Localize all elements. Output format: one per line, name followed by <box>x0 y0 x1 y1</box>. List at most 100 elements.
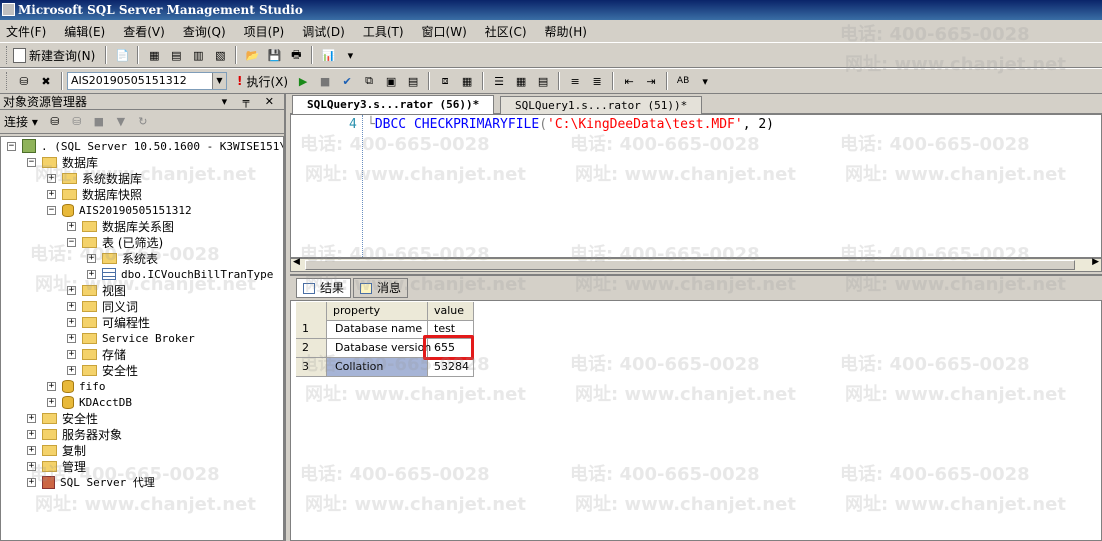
tab-sqlquery3[interactable]: SQLQuery3.s...rator (56))* <box>292 95 495 115</box>
tree-node-storage[interactable]: + 存储 <box>67 346 126 362</box>
tree-node-views[interactable]: + 视图 <box>67 282 126 298</box>
code-line[interactable]: └DBCC CHECKPRIMARYFILE('C:\KingDeeData\t… <box>367 117 774 132</box>
tree-node-security[interactable]: + 安全性 <box>27 410 98 426</box>
uncomment-icon[interactable]: ≣ <box>588 72 606 90</box>
parse-check-icon[interactable]: ✔ <box>338 72 356 90</box>
expand-icon[interactable]: + <box>27 429 36 439</box>
expand-icon[interactable]: + <box>67 365 76 375</box>
tree-node-table-icvouch[interactable]: + dbo.ICVouchBillTranType <box>87 266 273 282</box>
results-to-text-icon[interactable]: ☰ <box>490 72 508 90</box>
increase-indent-icon[interactable]: ⇥ <box>642 72 660 90</box>
tree-node-system-databases[interactable]: + 系统数据库 <box>47 170 142 186</box>
connect-server-icon[interactable]: ⛁ <box>46 113 64 131</box>
results-to-file-icon[interactable]: ▤ <box>534 72 552 90</box>
specify-values-icon[interactable]: AB <box>674 72 692 90</box>
analysis-query-icon[interactable]: ▤ <box>167 46 185 64</box>
expand-icon[interactable]: + <box>27 413 36 423</box>
toolbar-grip[interactable] <box>6 46 9 64</box>
expand-icon[interactable]: + <box>67 285 76 295</box>
menu-help[interactable]: 帮助(H) <box>545 23 587 40</box>
chevron-down-icon[interactable]: ▼ <box>212 73 226 89</box>
expand-icon[interactable]: + <box>87 269 96 279</box>
collapse-icon[interactable]: − <box>27 157 36 167</box>
expand-icon[interactable]: + <box>67 301 76 311</box>
tree-node-server[interactable]: − . (SQL Server 10.50.1600 - K3WISE151\Ad… <box>7 138 283 154</box>
results-to-grid-icon[interactable]: ▦ <box>512 72 530 90</box>
tree-node-tables[interactable]: − 表 (已筛选) <box>67 234 163 250</box>
stop-icon[interactable]: ■ <box>90 113 108 131</box>
xmla-query-icon[interactable]: ▥ <box>189 46 207 64</box>
tab-sqlquery1[interactable]: SQLQuery1.s...rator (51))* <box>500 96 703 114</box>
estimated-plan-icon[interactable]: ⧉ <box>360 72 378 90</box>
print-icon[interactable]: 🖶 <box>287 46 305 64</box>
expand-icon[interactable]: + <box>47 173 56 183</box>
database-select[interactable]: AIS20190505151312 ▼ <box>67 72 227 90</box>
toolbar-grip[interactable] <box>6 72 9 90</box>
save-icon[interactable]: 💾 <box>265 46 283 64</box>
editor-horizontal-scrollbar[interactable]: ◀ ▶ <box>290 257 1102 272</box>
tree-node-server-objects[interactable]: + 服务器对象 <box>27 426 122 442</box>
grid-cell-property[interactable]: Database version <box>327 339 431 358</box>
decrease-indent-icon[interactable]: ⇤ <box>620 72 638 90</box>
disconnect-server-icon[interactable]: ⛁ <box>68 113 86 131</box>
connect-button[interactable]: 连接 ▾ <box>4 113 38 130</box>
tree-node-diagrams[interactable]: + 数据库关系图 <box>67 218 174 234</box>
db-engine-query-icon[interactable]: ▦ <box>145 46 163 64</box>
query-editor[interactable]: 4 └DBCC CHECKPRIMARYFILE('C:\KingDeeData… <box>290 114 1102 258</box>
debug-play-icon[interactable]: ▶ <box>294 72 312 90</box>
scrollbar-thumb[interactable] <box>305 260 1075 270</box>
row-header[interactable]: 2 <box>296 339 327 358</box>
expand-icon[interactable]: + <box>67 317 76 327</box>
expand-icon[interactable]: + <box>47 397 56 407</box>
expand-icon[interactable]: + <box>27 445 36 455</box>
tab-messages[interactable]: 消息 <box>353 278 409 298</box>
grid-cell-property[interactable]: Database name <box>327 320 428 339</box>
expand-icon[interactable]: + <box>47 381 56 391</box>
menu-tools[interactable]: 工具(T) <box>363 23 404 40</box>
menu-file[interactable]: 文件(F) <box>6 23 46 40</box>
row-header[interactable]: 1 <box>296 320 327 339</box>
tree-node-ais-database[interactable]: − AIS20190505151312 <box>47 202 192 218</box>
tree-node-service-broker[interactable]: + Service Broker <box>67 330 195 346</box>
filter-icon[interactable]: ▼ <box>112 113 130 131</box>
tree-node-management[interactable]: + 管理 <box>27 458 86 474</box>
toolbar-overflow-icon[interactable]: ▾ <box>696 72 714 90</box>
comment-icon[interactable]: ≡ <box>566 72 584 90</box>
tree-node-sql-agent[interactable]: + SQL Server 代理 <box>27 474 155 490</box>
tab-results[interactable]: 结果 <box>296 278 352 298</box>
menu-debug[interactable]: 调试(D) <box>302 23 345 40</box>
new-query-button[interactable]: 新建查询(N) <box>13 47 95 64</box>
collapse-icon[interactable]: − <box>47 205 56 215</box>
tree-node-fifo[interactable]: + fifo <box>47 378 106 394</box>
menu-view[interactable]: 查看(V) <box>123 23 165 40</box>
menu-edit[interactable]: 编辑(E) <box>64 23 105 40</box>
client-stats-icon[interactable]: ▦ <box>458 72 476 90</box>
expand-icon[interactable]: + <box>67 221 76 231</box>
menu-community[interactable]: 社区(C) <box>485 23 527 40</box>
menu-window[interactable]: 窗口(W) <box>422 23 467 40</box>
collapse-icon[interactable]: − <box>67 237 76 247</box>
tree-node-synonyms[interactable]: + 同义词 <box>67 298 138 314</box>
disconnect-icon[interactable]: ✖ <box>37 72 55 90</box>
column-header-value[interactable]: value <box>428 302 474 321</box>
expand-icon[interactable]: + <box>27 461 36 471</box>
menu-query[interactable]: 查询(Q) <box>183 23 226 40</box>
actual-plan-icon[interactable]: ⧈ <box>436 72 454 90</box>
expand-icon[interactable]: + <box>67 349 76 359</box>
tree-node-system-tables[interactable]: + 系统表 <box>87 250 158 266</box>
stop-icon[interactable]: ■ <box>316 72 334 90</box>
collapse-icon[interactable]: − <box>7 141 16 151</box>
connect-icon[interactable]: ⛁ <box>15 72 33 90</box>
query-designer-icon[interactable]: ▣ <box>382 72 400 90</box>
tree-node-kdacctdb[interactable]: + KDAcctDB <box>47 394 132 410</box>
tree-node-db-snapshots[interactable]: + 数据库快照 <box>47 186 142 202</box>
tree-node-databases[interactable]: − 数据库 <box>27 154 98 170</box>
grid-cell-property[interactable]: Collation <box>327 358 428 377</box>
expand-icon[interactable]: + <box>87 253 96 263</box>
tree-node-programmability[interactable]: + 可编程性 <box>67 314 150 330</box>
panel-controls[interactable]: ▾ ╤ ✕ <box>222 94 280 110</box>
compact-query-icon[interactable]: ▧ <box>211 46 229 64</box>
new-file-icon[interactable]: 📄 <box>113 46 131 64</box>
column-header-property[interactable]: property <box>327 302 428 321</box>
row-header[interactable]: 3 <box>296 358 327 377</box>
